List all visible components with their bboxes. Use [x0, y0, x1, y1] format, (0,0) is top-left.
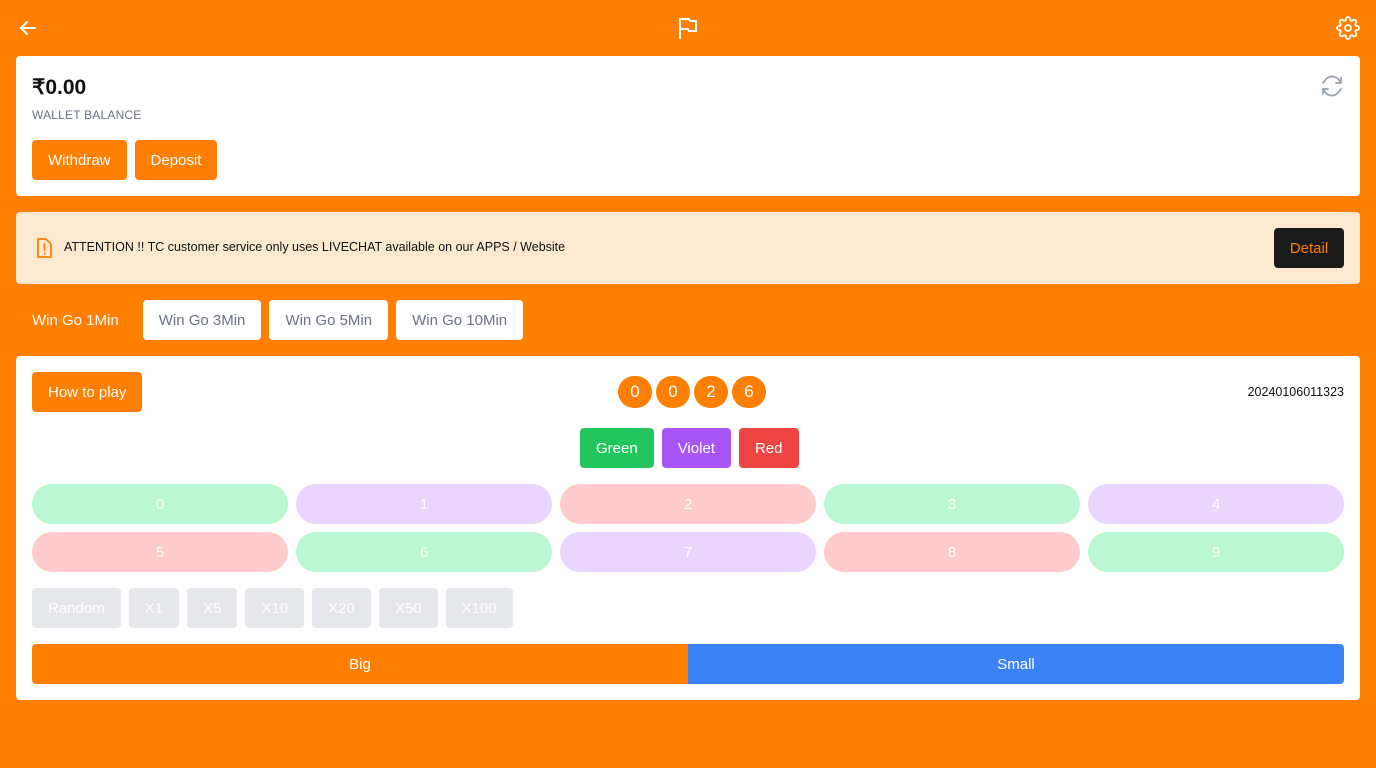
- number-button-4[interactable]: 4: [1088, 484, 1344, 524]
- multiplier-x10-button[interactable]: X10: [245, 588, 305, 628]
- violet-button[interactable]: Violet: [661, 428, 731, 468]
- how-to-play-button[interactable]: How to play: [32, 372, 143, 412]
- countdown-digit: 6: [732, 376, 766, 408]
- number-button-2[interactable]: 2: [560, 484, 816, 524]
- refresh-icon[interactable]: [1320, 74, 1344, 98]
- red-button[interactable]: Red: [738, 428, 799, 468]
- arrow-left-icon[interactable]: [16, 16, 40, 40]
- color-bet-buttons: Green Violet Red: [580, 428, 799, 468]
- tab-win-go-5min[interactable]: Win Go 5Min: [269, 300, 389, 340]
- number-button-3[interactable]: 3: [824, 484, 1080, 524]
- wallet-balance: ₹0.00: [32, 76, 87, 99]
- number-bet-grid: 0 1 2 3 4 5 6 7 8 9: [32, 484, 1344, 572]
- multiplier-x1-button[interactable]: X1: [128, 588, 180, 628]
- number-button-8[interactable]: 8: [824, 532, 1080, 572]
- small-button[interactable]: Small: [688, 644, 1344, 684]
- multiplier-x50-button[interactable]: X50: [378, 588, 438, 628]
- big-button[interactable]: Big: [32, 644, 688, 684]
- random-button[interactable]: Random: [32, 588, 121, 628]
- game-mode-tabs: Win Go 1Min Win Go 3Min Win Go 5Min Win …: [16, 300, 524, 340]
- multiplier-x20-button[interactable]: X20: [312, 588, 371, 628]
- multiplier-x100-button[interactable]: X100: [445, 588, 513, 628]
- tab-win-go-3min[interactable]: Win Go 3Min: [142, 300, 262, 340]
- number-button-6[interactable]: 6: [296, 532, 552, 572]
- top-bar: [0, 0, 1376, 56]
- number-button-5[interactable]: 5: [32, 532, 288, 572]
- wallet-card: ₹0.00 WALLET BALANCE Withdraw Deposit: [16, 56, 1360, 196]
- multiplier-buttons: Random X1 X5 X10 X20 X50 X100: [32, 588, 513, 628]
- tab-win-go-10min[interactable]: Win Go 10Min: [396, 300, 524, 340]
- alert-icon: [32, 236, 56, 260]
- green-button[interactable]: Green: [580, 428, 654, 468]
- notice-text: ATTENTION !! TC customer service only us…: [64, 240, 566, 254]
- game-card: How to play 0 0 2 6 20240106011323 Green…: [16, 356, 1360, 700]
- attention-notice: ATTENTION !! TC customer service only us…: [16, 212, 1360, 284]
- number-button-1[interactable]: 1: [296, 484, 552, 524]
- wallet-balance-label: WALLET BALANCE: [32, 108, 142, 122]
- gear-icon[interactable]: [1336, 16, 1360, 40]
- deposit-button[interactable]: Deposit: [134, 140, 218, 180]
- withdraw-button[interactable]: Withdraw: [32, 140, 127, 180]
- big-small-selector: Big Small: [32, 644, 1344, 684]
- countdown-digit: 0: [656, 376, 690, 408]
- flag-icon[interactable]: [676, 16, 700, 40]
- number-button-9[interactable]: 9: [1088, 532, 1344, 572]
- period-number: 20240106011323: [1247, 385, 1344, 399]
- countdown-timer: 0 0 2 6: [618, 376, 766, 408]
- number-button-0[interactable]: 0: [32, 484, 288, 524]
- number-button-7[interactable]: 7: [560, 532, 816, 572]
- multiplier-x5-button[interactable]: X5: [187, 588, 238, 628]
- detail-button[interactable]: Detail: [1274, 228, 1344, 268]
- countdown-digit: 2: [694, 376, 728, 408]
- tab-win-go-1min[interactable]: Win Go 1Min: [16, 300, 135, 340]
- countdown-digit: 0: [618, 376, 652, 408]
